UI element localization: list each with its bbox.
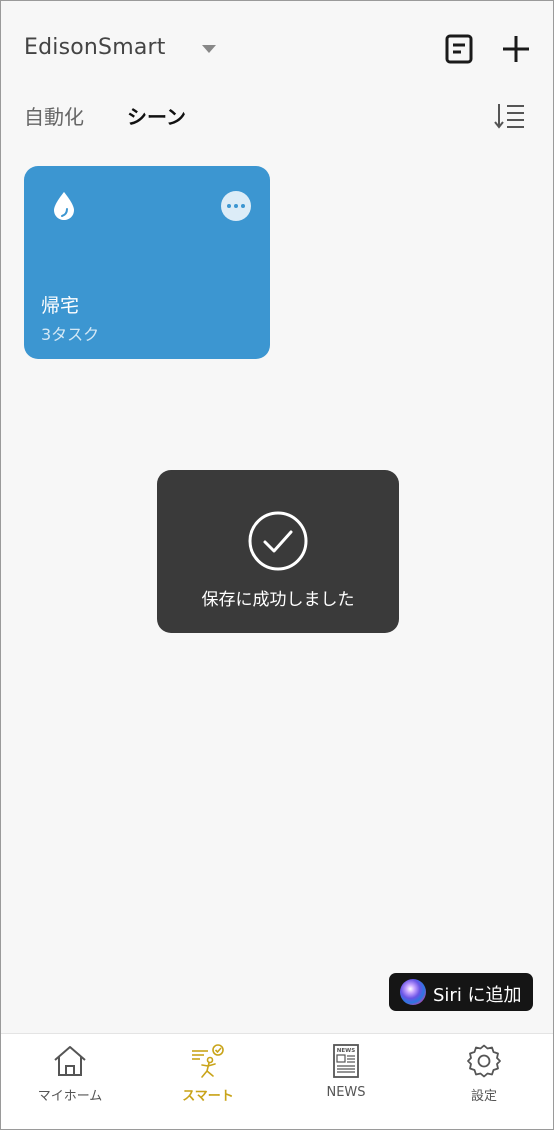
- newspaper-icon: NEWS: [333, 1044, 359, 1078]
- dot-icon: [241, 204, 245, 208]
- nav-item-smart[interactable]: スマート: [139, 1034, 277, 1130]
- siri-icon: [400, 979, 426, 1005]
- dot-icon: [227, 204, 231, 208]
- nav-label: NEWS: [326, 1085, 366, 1100]
- bottom-nav: マイホーム スマート NEWS NEWS 設定: [1, 1033, 553, 1129]
- app-header: EdisonSmart: [1, 1, 553, 91]
- triangle-down-icon[interactable]: [201, 43, 217, 55]
- svg-text:NEWS: NEWS: [337, 1048, 355, 1054]
- nav-label: スマート: [182, 1089, 234, 1104]
- nav-label: 設定: [470, 1089, 497, 1104]
- nav-item-settings[interactable]: 設定: [415, 1034, 553, 1130]
- tab-scene[interactable]: シーン: [127, 101, 186, 130]
- add-to-siri-button[interactable]: Siri に追加: [389, 973, 533, 1011]
- scene-name: 帰宅: [41, 295, 80, 317]
- siri-label: Siri に追加: [433, 985, 522, 1006]
- notes-icon[interactable]: [445, 34, 473, 64]
- smart-icon: [192, 1044, 224, 1078]
- toast-message: 保存に成功しました: [201, 590, 355, 610]
- scene-task-count: 3タスク: [41, 325, 100, 344]
- home-selector-label[interactable]: EdisonSmart: [24, 35, 166, 60]
- gear-icon: [467, 1044, 501, 1078]
- scene-tabs: 自動化 シーン: [1, 97, 553, 137]
- sort-icon[interactable]: [494, 101, 526, 131]
- tab-automation[interactable]: 自動化: [24, 101, 84, 130]
- scene-card[interactable]: 帰宅 3タスク: [24, 166, 270, 359]
- scene-more-button[interactable]: [221, 191, 251, 221]
- nav-item-news[interactable]: NEWS NEWS: [277, 1034, 415, 1130]
- save-success-toast: 保存に成功しました: [157, 470, 399, 633]
- plus-icon[interactable]: [501, 34, 531, 64]
- nav-label: マイホーム: [37, 1089, 103, 1104]
- check-circle-icon: [248, 511, 308, 571]
- home-icon: [54, 1046, 86, 1076]
- nav-item-my-home[interactable]: マイホーム: [1, 1034, 139, 1130]
- dot-icon: [234, 204, 238, 208]
- water-drop-icon: [54, 192, 74, 220]
